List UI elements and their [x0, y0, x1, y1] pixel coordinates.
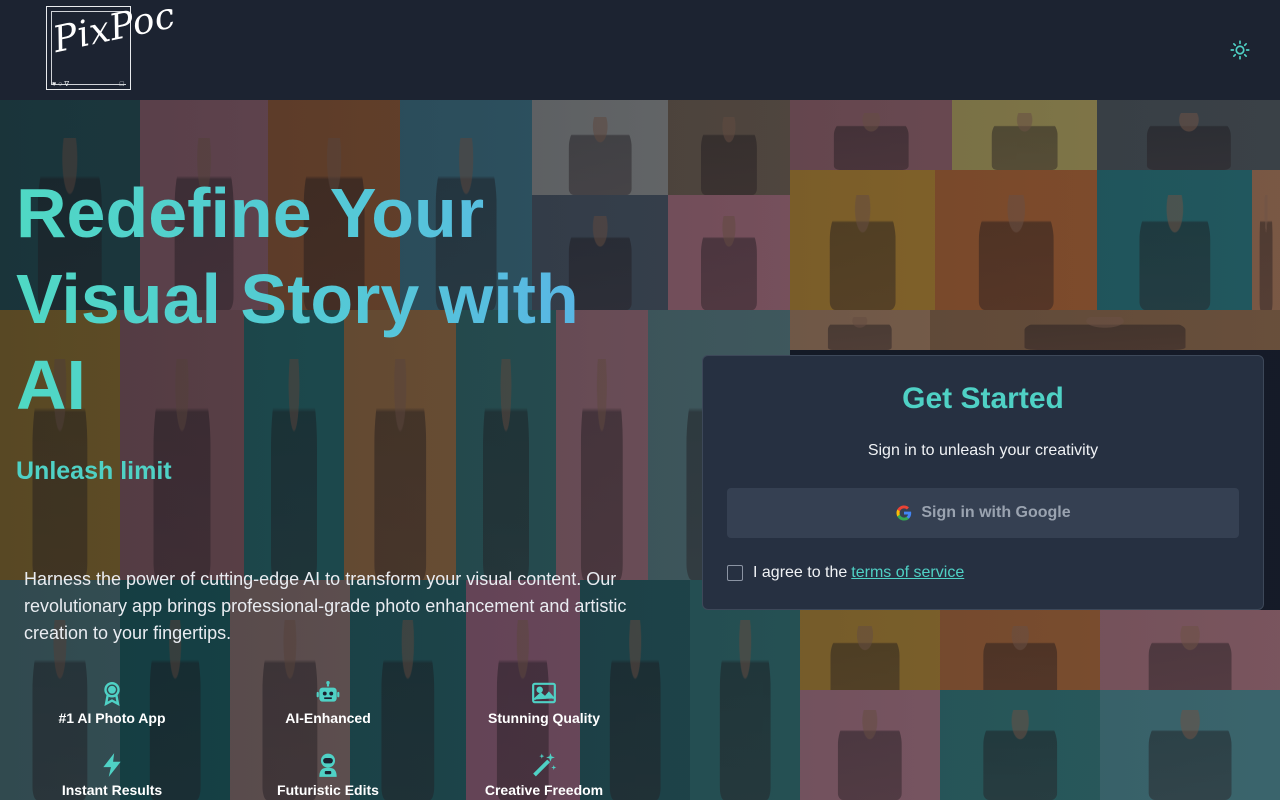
terms-agreement-row: I agree to the terms of service — [727, 564, 964, 582]
robot-icon — [316, 680, 340, 702]
hero-description: Harness the power of cutting-edge AI to … — [24, 569, 627, 643]
feature-label: Creative Freedom — [484, 782, 604, 798]
google-signin-button[interactable]: Sign in with Google — [727, 488, 1239, 538]
hero-tagline: Unleash limit — [16, 457, 172, 485]
feature-item: Creative Freedom — [436, 752, 652, 798]
feature-item: Futuristic Edits — [220, 752, 436, 798]
sun-icon — [1230, 40, 1250, 60]
lightning-icon — [103, 753, 121, 777]
top-navigation-bar: PixPoc ♥○∇ □ — [0, 0, 1280, 100]
logo-glyphs: ♥○∇ — [52, 81, 72, 88]
feature-label: #1 AI Photo App — [58, 710, 166, 726]
feature-item: Instant Results — [4, 752, 220, 798]
get-started-card: Get Started Sign in to unleash your crea… — [702, 355, 1264, 610]
astronaut-icon — [319, 753, 337, 777]
feature-label: AI-Enhanced — [285, 710, 371, 726]
theme-toggle-button[interactable] — [1228, 38, 1252, 62]
terms-of-service-link[interactable]: terms of service — [851, 564, 964, 582]
feature-item: AI-Enhanced — [220, 680, 436, 726]
logo-glyph-right: □ — [119, 81, 124, 88]
card-subtitle: Sign in to unleash your creativity — [867, 442, 1099, 459]
terms-checkbox[interactable] — [727, 565, 743, 581]
card-title: Get Started — [902, 382, 1064, 415]
award-icon — [104, 682, 120, 706]
terms-agree-text: I agree to the — [753, 564, 848, 581]
hero-headline: Redefine Your Visual Story with AI — [16, 170, 656, 428]
feature-item: Stunning Quality — [436, 680, 652, 726]
pixpoc-logo[interactable]: PixPoc ♥○∇ □ — [46, 0, 179, 90]
feature-item: #1 AI Photo App — [4, 680, 220, 726]
image-icon — [532, 682, 556, 704]
google-icon — [896, 505, 912, 521]
feature-label: Stunning Quality — [488, 710, 600, 726]
feature-list: #1 AI Photo App AI-Enhanced Stunning Qua… — [0, 676, 652, 800]
magic-wand-icon — [533, 753, 557, 777]
feature-label: Instant Results — [61, 782, 163, 798]
feature-label: Futuristic Edits — [277, 782, 379, 798]
google-signin-label: Sign in with Google — [921, 504, 1071, 521]
